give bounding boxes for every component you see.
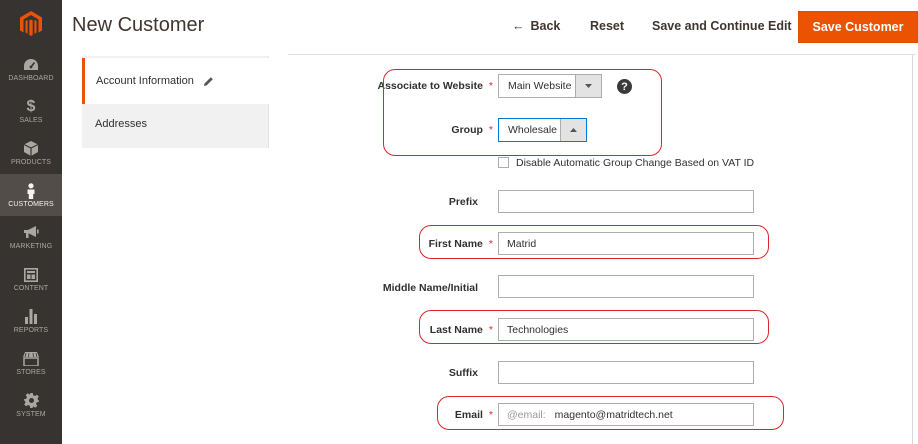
storefront-icon bbox=[23, 351, 39, 367]
back-button-label: Back bbox=[530, 19, 561, 33]
save-customer-button[interactable]: Save Customer bbox=[798, 11, 918, 43]
bar-chart-icon bbox=[24, 309, 38, 325]
last-name-input[interactable]: Technologies bbox=[498, 318, 754, 341]
prefix-input[interactable] bbox=[498, 190, 754, 213]
last-name-label: Last Name * bbox=[430, 324, 493, 336]
required-marker: * bbox=[488, 409, 493, 421]
dollar-icon: $ bbox=[26, 97, 36, 115]
email-label: Email * bbox=[455, 409, 493, 421]
customer-tabs: Account Information Addresses bbox=[82, 56, 269, 148]
required-marker: * bbox=[488, 238, 493, 250]
suffix-label: Suffix bbox=[448, 367, 478, 379]
page-title: New Customer bbox=[72, 14, 205, 36]
group-label-text: Group bbox=[451, 124, 483, 136]
nav-reports[interactable]: REPORTS bbox=[0, 300, 62, 342]
last-name-input-value: Technologies bbox=[507, 323, 569, 336]
nav-marketing[interactable]: MARKETING bbox=[0, 216, 62, 258]
tab-addresses-label: Addresses bbox=[95, 118, 147, 130]
layout-icon bbox=[24, 267, 38, 283]
nav-products[interactable]: PRODUCTS bbox=[0, 132, 62, 174]
magento-logo[interactable] bbox=[0, 0, 62, 48]
first-name-input[interactable]: Matrid bbox=[498, 232, 754, 255]
tab-account-label: Account Information bbox=[96, 75, 194, 87]
content-edge bbox=[912, 55, 913, 444]
website-select-value: Main Website bbox=[508, 80, 572, 92]
email-addon: @email: bbox=[507, 408, 546, 421]
tab-account-information[interactable]: Account Information bbox=[82, 58, 269, 104]
required-marker: * bbox=[488, 124, 493, 136]
dashboard-icon bbox=[23, 57, 39, 73]
nav-label-dashboard: DASHBOARD bbox=[8, 74, 54, 82]
disable-vat-group-change-checkbox[interactable] bbox=[498, 157, 509, 168]
first-name-label-text: First Name bbox=[428, 238, 483, 250]
nav-sales[interactable]: $ SALES bbox=[0, 90, 62, 132]
header-divider bbox=[288, 54, 916, 55]
nav-content[interactable]: CONTENT bbox=[0, 258, 62, 300]
first-name-label: First Name * bbox=[429, 238, 493, 250]
website-select[interactable]: Main Website bbox=[498, 74, 602, 98]
page-header: New Customer ← Back Reset Save and Contin… bbox=[62, 0, 918, 54]
chevron-down-icon bbox=[575, 75, 601, 97]
back-arrow-icon: ← bbox=[512, 19, 525, 33]
group-select-value: Wholesale bbox=[508, 124, 558, 136]
first-name-input-value: Matrid bbox=[507, 237, 537, 250]
last-name-label-text: Last Name bbox=[429, 324, 483, 336]
save-and-continue-button[interactable]: Save and Continue Edit bbox=[652, 19, 792, 33]
gear-icon bbox=[23, 393, 39, 409]
email-label-text: Email bbox=[454, 409, 483, 421]
nav-label-customers: CUSTOMERS bbox=[8, 200, 54, 208]
website-label: Associate to Website * bbox=[377, 80, 493, 92]
nav-label-products: PRODUCTS bbox=[10, 158, 52, 166]
group-select[interactable]: Wholesale bbox=[498, 118, 587, 142]
tab-addresses[interactable]: Addresses bbox=[82, 104, 269, 144]
megaphone-icon bbox=[23, 225, 39, 241]
nav-label-reports: REPORTS bbox=[13, 326, 49, 334]
disable-vat-group-change-label: Disable Automatic Group Change Based on … bbox=[516, 157, 755, 169]
nav-customers[interactable]: CUSTOMERS bbox=[0, 174, 62, 216]
reset-button[interactable]: Reset bbox=[590, 19, 624, 33]
nav-label-system: SYSTEM bbox=[16, 410, 46, 418]
pencil-icon bbox=[203, 76, 214, 87]
nav-label-marketing: MARKETING bbox=[9, 242, 53, 250]
email-input[interactable]: @email: magento@matridtech.net bbox=[498, 403, 754, 426]
nav-label-stores: STORES bbox=[16, 368, 46, 376]
required-marker: * bbox=[488, 80, 493, 92]
suffix-input[interactable] bbox=[498, 361, 754, 384]
nav-stores[interactable]: STORES bbox=[0, 342, 62, 384]
nav-system[interactable]: SYSTEM bbox=[0, 384, 62, 426]
nav-label-content: CONTENT bbox=[13, 284, 49, 292]
group-label: Group * bbox=[451, 124, 493, 136]
middle-name-label: Middle Name/Initial bbox=[382, 282, 478, 294]
nav-dashboard[interactable]: DASHBOARD bbox=[0, 48, 62, 90]
person-icon bbox=[26, 182, 36, 199]
help-icon[interactable]: ? bbox=[617, 79, 632, 94]
required-marker: * bbox=[488, 324, 493, 336]
back-button[interactable]: ← Back bbox=[512, 19, 560, 33]
cube-icon bbox=[24, 141, 38, 157]
email-input-value: magento@matridtech.net bbox=[554, 408, 673, 421]
chevron-up-icon bbox=[560, 119, 586, 141]
middle-name-input[interactable] bbox=[498, 275, 754, 298]
nav-label-sales: SALES bbox=[19, 116, 43, 124]
prefix-label: Prefix bbox=[448, 196, 478, 208]
admin-sidebar: DASHBOARD $ SALES PRODUCTS CUSTOMERS MAR… bbox=[0, 0, 62, 444]
website-label-text: Associate to Website bbox=[377, 80, 483, 92]
